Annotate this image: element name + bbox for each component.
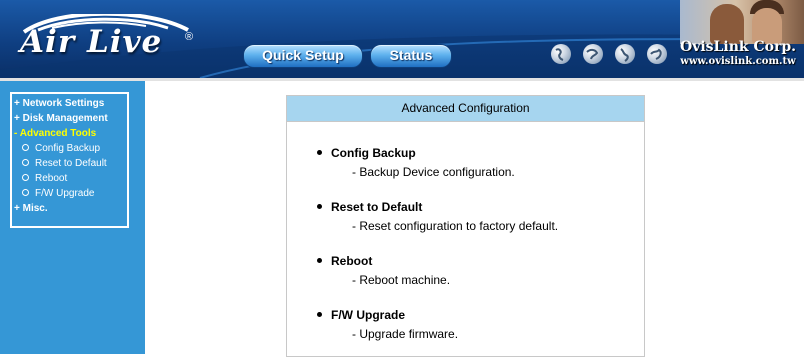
- globe-icon: [647, 44, 667, 64]
- sidebar-item-misc[interactable]: + Misc.: [14, 202, 48, 216]
- brand-registered-mark: ®: [185, 31, 194, 43]
- sidebar-subitem-label: Reset to Default: [35, 158, 107, 169]
- header-banner: Air Live ® Quick Setup Status OvisLink C…: [0, 0, 804, 78]
- entry-title: Reboot: [331, 254, 373, 268]
- circle-bullet-icon: [22, 174, 29, 181]
- sidebar-subitem-config-backup[interactable]: Config Backup: [22, 142, 100, 156]
- sidebar-menu: + Network Settings + Disk Management - A…: [10, 92, 129, 228]
- status-button[interactable]: Status: [370, 44, 452, 68]
- advanced-configuration-panel: Advanced Configuration Config Backup - B…: [286, 95, 645, 357]
- globe-icon: [615, 44, 635, 64]
- bullet-icon: [317, 258, 322, 263]
- entry-title: Reset to Default: [331, 200, 423, 214]
- sidebar-subitem-reset-to-default[interactable]: Reset to Default: [22, 157, 107, 171]
- entry-reset-to-default-link[interactable]: Reset to Default: [317, 200, 423, 214]
- entry-description: - Upgrade firmware.: [352, 327, 459, 341]
- globe-icon: [583, 44, 603, 64]
- brand-logo-text: Air Live: [20, 24, 163, 60]
- sidebar-subitem-label: Config Backup: [35, 143, 101, 154]
- company-url: www.ovislink.com.tw: [680, 56, 796, 67]
- panel-title: Advanced Configuration: [287, 96, 644, 122]
- company-branding: OvisLink Corp. www.ovislink.com.tw: [672, 39, 804, 71]
- sidebar-item-network-settings[interactable]: + Network Settings: [14, 97, 104, 111]
- bullet-icon: [317, 312, 322, 317]
- entry-title: Config Backup: [331, 146, 416, 160]
- bullet-icon: [317, 150, 322, 155]
- company-name: OvisLink Corp.: [680, 39, 796, 55]
- sidebar-subitem-label: F/W Upgrade: [35, 188, 95, 199]
- entry-description: - Reset configuration to factory default…: [352, 219, 559, 233]
- entry-title: F/W Upgrade: [331, 308, 405, 322]
- globe-icon: [551, 44, 571, 64]
- sidebar-subitem-label: Reboot: [35, 173, 68, 184]
- sidebar-subitem-reboot[interactable]: Reboot: [22, 172, 67, 186]
- header-family-photo: [680, 0, 804, 44]
- entry-description: - Backup Device configuration.: [352, 165, 515, 179]
- sidebar-subitem-fw-upgrade[interactable]: F/W Upgrade: [22, 187, 94, 201]
- sidebar-item-advanced-tools[interactable]: - Advanced Tools: [14, 127, 96, 141]
- circle-bullet-icon: [22, 189, 29, 196]
- sidebar-item-disk-management[interactable]: + Disk Management: [14, 112, 108, 126]
- entry-fw-upgrade-link[interactable]: F/W Upgrade: [317, 308, 405, 322]
- entry-reboot-link[interactable]: Reboot: [317, 254, 373, 268]
- circle-bullet-icon: [22, 144, 29, 151]
- sidebar: + Network Settings + Disk Management - A…: [0, 81, 145, 354]
- entry-description: - Reboot machine.: [352, 273, 451, 287]
- entry-config-backup-link[interactable]: Config Backup: [317, 146, 416, 160]
- quick-setup-button[interactable]: Quick Setup: [243, 44, 363, 68]
- bullet-icon: [317, 204, 322, 209]
- circle-bullet-icon: [22, 159, 29, 166]
